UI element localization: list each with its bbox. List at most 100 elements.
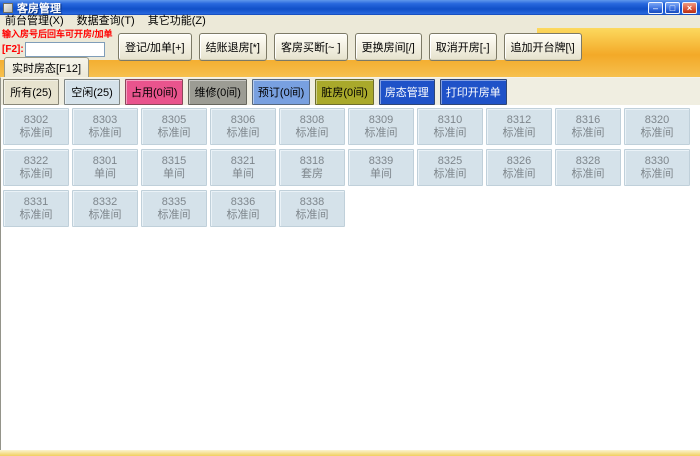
room-button-8326[interactable]: 8326 标准间: [486, 149, 552, 186]
room-button-8331[interactable]: 8331 标准间: [3, 190, 69, 227]
filter-reserved-button[interactable]: 预订(0间): [251, 78, 311, 105]
room-type: 标准间: [640, 167, 674, 180]
room-button-8305[interactable]: 8305 标准间: [141, 108, 207, 145]
room-button-8335[interactable]: 8335 标准间: [141, 190, 207, 227]
room-button-8315[interactable]: 8315 单间: [141, 149, 207, 186]
room-type: 标准间: [157, 208, 191, 221]
window-title: 客房管理: [17, 2, 61, 15]
room-number: 8318: [299, 154, 325, 167]
room-type: 标准间: [226, 126, 260, 139]
room-number: 8330: [644, 154, 670, 167]
room-button-8339[interactable]: 8339 单间: [348, 149, 414, 186]
room-button-8336[interactable]: 8336 标准间: [210, 190, 276, 227]
room-number: 8328: [575, 154, 601, 167]
room-button-8303[interactable]: 8303 标准间: [72, 108, 138, 145]
menu-front-desk[interactable]: 前台管理(X): [5, 15, 64, 28]
tab-strip: 实时房态[F12]: [4, 57, 90, 77]
room-type: 标准间: [433, 126, 467, 139]
change-room-button[interactable]: 更换房间[/]: [354, 33, 422, 61]
print-checkin-sheet-button[interactable]: 打印开房单: [439, 78, 507, 105]
room-number: 8339: [368, 154, 394, 167]
room-row: 8302 标准间 8303 标准间 8305 标准间 8306 标准间 8308 标准间 8309 标…: [3, 108, 700, 145]
room-number: 8320: [644, 113, 670, 126]
room-type: 标准间: [88, 208, 122, 221]
room-number: 8332: [92, 195, 118, 208]
room-entry-shortcut-label: [F2]:: [2, 44, 24, 55]
room-buyout-button[interactable]: 客房买断[~ ]: [274, 33, 348, 61]
room-type: 标准间: [19, 126, 53, 139]
filter-bar: 所有(25) 空闲(25) 占用(0间) 维修(0间) 预订(0间) 脏房(0间) 房态管理…: [1, 78, 700, 105]
room-type: 标准间: [433, 167, 467, 180]
room-type: 标准间: [295, 126, 329, 139]
menu-other-functions[interactable]: 其它功能(Z): [148, 15, 206, 28]
menu-data-query[interactable]: 数据查询(T): [77, 15, 135, 28]
room-button-8328[interactable]: 8328 标准间: [555, 149, 621, 186]
room-number: 8325: [437, 154, 463, 167]
room-type: 标准间: [502, 126, 536, 139]
checkout-settle-button[interactable]: 结账退房[*]: [198, 33, 267, 61]
room-number: 8338: [299, 195, 325, 208]
title-bar: 客房管理 – □ ×: [0, 0, 700, 15]
tab-realtime-room-status[interactable]: 实时房态[F12]: [4, 57, 90, 77]
filter-all-button[interactable]: 所有(25): [3, 78, 59, 105]
room-button-8320[interactable]: 8320 标准间: [624, 108, 690, 145]
toolbar-band: 输入房号后回车可开房/加单 [F2]: 登记/加单[+] 结账退房[*] 客房买断[…: [0, 28, 700, 77]
room-button-8306[interactable]: 8306 标准间: [210, 108, 276, 145]
room-button-8310[interactable]: 8310 标准间: [417, 108, 483, 145]
toolbar: 输入房号后回车可开房/加单 [F2]: 登记/加单[+] 结账退房[*] 客房买断[…: [0, 28, 582, 61]
room-button-8316[interactable]: 8316 标准间: [555, 108, 621, 145]
room-number: 8310: [437, 113, 463, 126]
filter-dirty-button[interactable]: 脏房(0间): [315, 78, 374, 105]
room-type: 单间: [370, 167, 392, 180]
room-type: 标准间: [502, 167, 536, 180]
room-number: 8315: [161, 154, 187, 167]
room-button-8338[interactable]: 8338 标准间: [279, 190, 345, 227]
room-type: 标准间: [295, 208, 329, 221]
filter-occupied-button[interactable]: 占用(0间): [125, 78, 184, 105]
menu-bar: 前台管理(X) 数据查询(T) 其它功能(Z): [0, 15, 700, 28]
room-button-8332[interactable]: 8332 标准间: [72, 190, 138, 227]
room-button-8302[interactable]: 8302 标准间: [3, 108, 69, 145]
room-number: 8309: [368, 113, 394, 126]
room-button-8322[interactable]: 8322 标准间: [3, 149, 69, 186]
room-button-8321[interactable]: 8321 单间: [210, 149, 276, 186]
room-number: 8336: [230, 195, 256, 208]
room-button-8301[interactable]: 8301 单间: [72, 149, 138, 186]
room-number: 8308: [299, 113, 325, 126]
add-table-card-button[interactable]: 追加开台牌[\]: [503, 33, 582, 61]
room-button-8312[interactable]: 8312 标准间: [486, 108, 552, 145]
room-number: 8306: [230, 113, 256, 126]
room-type: 单间: [94, 167, 116, 180]
room-status-manage-button[interactable]: 房态管理: [378, 78, 435, 105]
close-icon[interactable]: ×: [682, 1, 697, 14]
room-button-8309[interactable]: 8309 标准间: [348, 108, 414, 145]
room-number: 8331: [23, 195, 49, 208]
room-number-input[interactable]: [24, 42, 105, 57]
room-entry-hint: 输入房号后回车可开房/加单: [2, 29, 113, 39]
minimize-icon[interactable]: –: [648, 1, 663, 14]
room-number: 8302: [23, 113, 49, 126]
room-button-8325[interactable]: 8325 标准间: [417, 149, 483, 186]
filter-maintenance-button[interactable]: 维修(0间): [188, 78, 247, 105]
room-number: 8312: [506, 113, 532, 126]
room-type: 标准间: [226, 208, 260, 221]
room-button-8330[interactable]: 8330 标准间: [624, 149, 690, 186]
room-row: 8331 标准间 8332 标准间 8335 标准间 8336 标准间 8338 标准间: [3, 190, 700, 227]
toolbar-buttons: 登记/加单[+] 结账退房[*] 客房买断[~ ] 更换房间[/] 取消开房[-] 追加开…: [118, 33, 582, 61]
room-number: 8335: [161, 195, 187, 208]
window-controls: – □ ×: [648, 1, 697, 14]
room-type: 标准间: [364, 126, 398, 139]
app-window: 客房管理 – □ × 前台管理(X) 数据查询(T) 其它功能(Z) 输入房号后回车…: [0, 0, 700, 456]
filter-vacant-button[interactable]: 空闲(25): [64, 78, 120, 105]
room-type: 单间: [232, 167, 254, 180]
cancel-checkin-button[interactable]: 取消开房[-]: [428, 33, 497, 61]
room-type: 标准间: [571, 167, 605, 180]
restore-icon[interactable]: □: [665, 1, 680, 14]
room-button-8318[interactable]: 8318 套房: [279, 149, 345, 186]
room-button-8308[interactable]: 8308 标准间: [279, 108, 345, 145]
room-type: 单间: [163, 167, 185, 180]
checkin-add-order-button[interactable]: 登记/加单[+]: [118, 33, 192, 61]
window-bottom-edge: [0, 450, 700, 456]
room-grid: 8302 标准间 8303 标准间 8305 标准间 8306 标准间 8308 标准间 8309 标…: [1, 105, 700, 450]
room-type: 标准间: [157, 126, 191, 139]
